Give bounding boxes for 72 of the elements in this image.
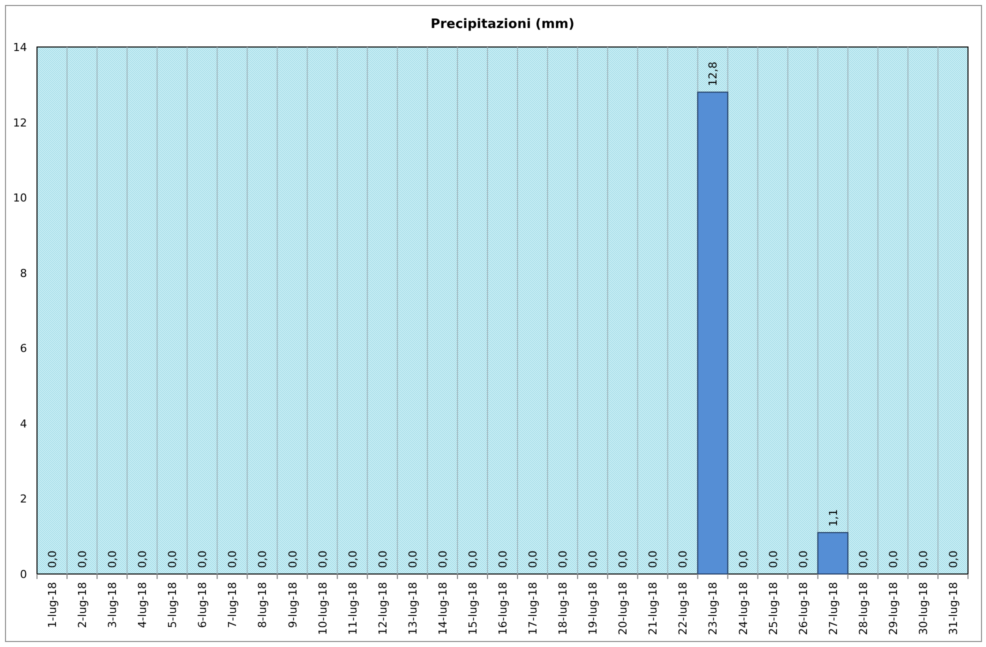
category-label: 5-lug-18 xyxy=(166,582,180,628)
value-label: 0,0 xyxy=(676,550,690,568)
value-label: 0,0 xyxy=(556,550,570,568)
axis-tick-label: 2 xyxy=(20,492,27,506)
category-label: 11-lug-18 xyxy=(346,582,360,635)
category-label: 19-lug-18 xyxy=(586,582,600,635)
category-label: 29-lug-18 xyxy=(886,582,900,635)
category-label: 26-lug-18 xyxy=(796,582,810,635)
axis-tick-label: 14 xyxy=(13,41,27,54)
category-label: 12-lug-18 xyxy=(376,582,390,635)
category-label: 17-lug-18 xyxy=(526,582,540,635)
category-label: 1-lug-18 xyxy=(46,582,60,628)
category-label: 6-lug-18 xyxy=(196,582,210,628)
category-label: 21-lug-18 xyxy=(646,582,660,635)
category-label: 22-lug-18 xyxy=(676,582,690,635)
value-label: 0,0 xyxy=(916,550,930,568)
axis-tick-label: 4 xyxy=(20,417,27,430)
category-label: 4-lug-18 xyxy=(136,582,150,628)
category-label: 15-lug-18 xyxy=(466,582,480,635)
value-label: 0,0 xyxy=(796,550,810,568)
category-label: 25-lug-18 xyxy=(766,582,780,635)
value-label: 0,0 xyxy=(946,550,960,568)
axis-tick-label: 6 xyxy=(20,342,27,356)
value-label: 0,0 xyxy=(346,550,360,568)
value-label: 0,0 xyxy=(886,550,900,568)
bar xyxy=(817,532,848,574)
category-label: 27-lug-18 xyxy=(826,582,840,635)
value-label: 0,0 xyxy=(256,550,270,568)
category-label: 8-lug-18 xyxy=(256,582,270,628)
value-label: 0,0 xyxy=(496,550,510,568)
value-label: 0,0 xyxy=(76,550,90,568)
value-label: 0,0 xyxy=(46,550,60,568)
axis-tick-label: 8 xyxy=(20,266,27,280)
category-label: 31-lug-18 xyxy=(946,582,960,635)
value-label: 1,1 xyxy=(826,509,840,527)
category-label: 30-lug-18 xyxy=(916,582,930,635)
axis-tick-label: 0 xyxy=(20,568,27,581)
category-label: 3-lug-18 xyxy=(106,582,120,628)
value-label: 0,0 xyxy=(166,550,180,568)
category-label: 13-lug-18 xyxy=(406,582,420,635)
category-label: 18-lug-18 xyxy=(556,582,570,635)
category-label: 14-lug-18 xyxy=(436,582,450,635)
value-label: 0,0 xyxy=(406,550,420,568)
value-label: 0,0 xyxy=(226,550,240,568)
value-label: 0,0 xyxy=(586,550,600,568)
category-label: 23-lug-18 xyxy=(706,582,720,635)
category-label: 28-lug-18 xyxy=(856,582,870,635)
value-label: 0,0 xyxy=(136,550,150,568)
value-label: 0,0 xyxy=(196,550,210,568)
value-label: 0,0 xyxy=(616,550,630,568)
value-label: 0,0 xyxy=(856,550,870,568)
value-label: 0,0 xyxy=(736,550,750,568)
category-label: 10-lug-18 xyxy=(316,582,330,635)
category-label: 7-lug-18 xyxy=(226,582,240,628)
value-label: 0,0 xyxy=(646,550,660,568)
category-label: 9-lug-18 xyxy=(286,582,300,628)
value-label: 12,8 xyxy=(706,62,720,86)
category-label: 16-lug-18 xyxy=(496,582,510,635)
value-label: 0,0 xyxy=(316,550,330,568)
axis-tick-label: 12 xyxy=(13,116,27,130)
value-label: 0,0 xyxy=(376,550,390,568)
category-label: 20-lug-18 xyxy=(616,582,630,635)
value-label: 0,0 xyxy=(766,550,780,568)
value-label: 0,0 xyxy=(286,550,300,568)
value-label: 0,0 xyxy=(466,550,480,568)
category-label: 24-lug-18 xyxy=(736,582,750,635)
chart-title: Precipitazioni (mm) xyxy=(430,17,574,32)
axis-tick-label: 10 xyxy=(13,192,27,205)
value-label: 0,0 xyxy=(106,550,120,568)
value-label: 0,0 xyxy=(436,550,450,568)
value-label: 0,0 xyxy=(526,550,540,568)
category-label: 2-lug-18 xyxy=(76,582,90,628)
